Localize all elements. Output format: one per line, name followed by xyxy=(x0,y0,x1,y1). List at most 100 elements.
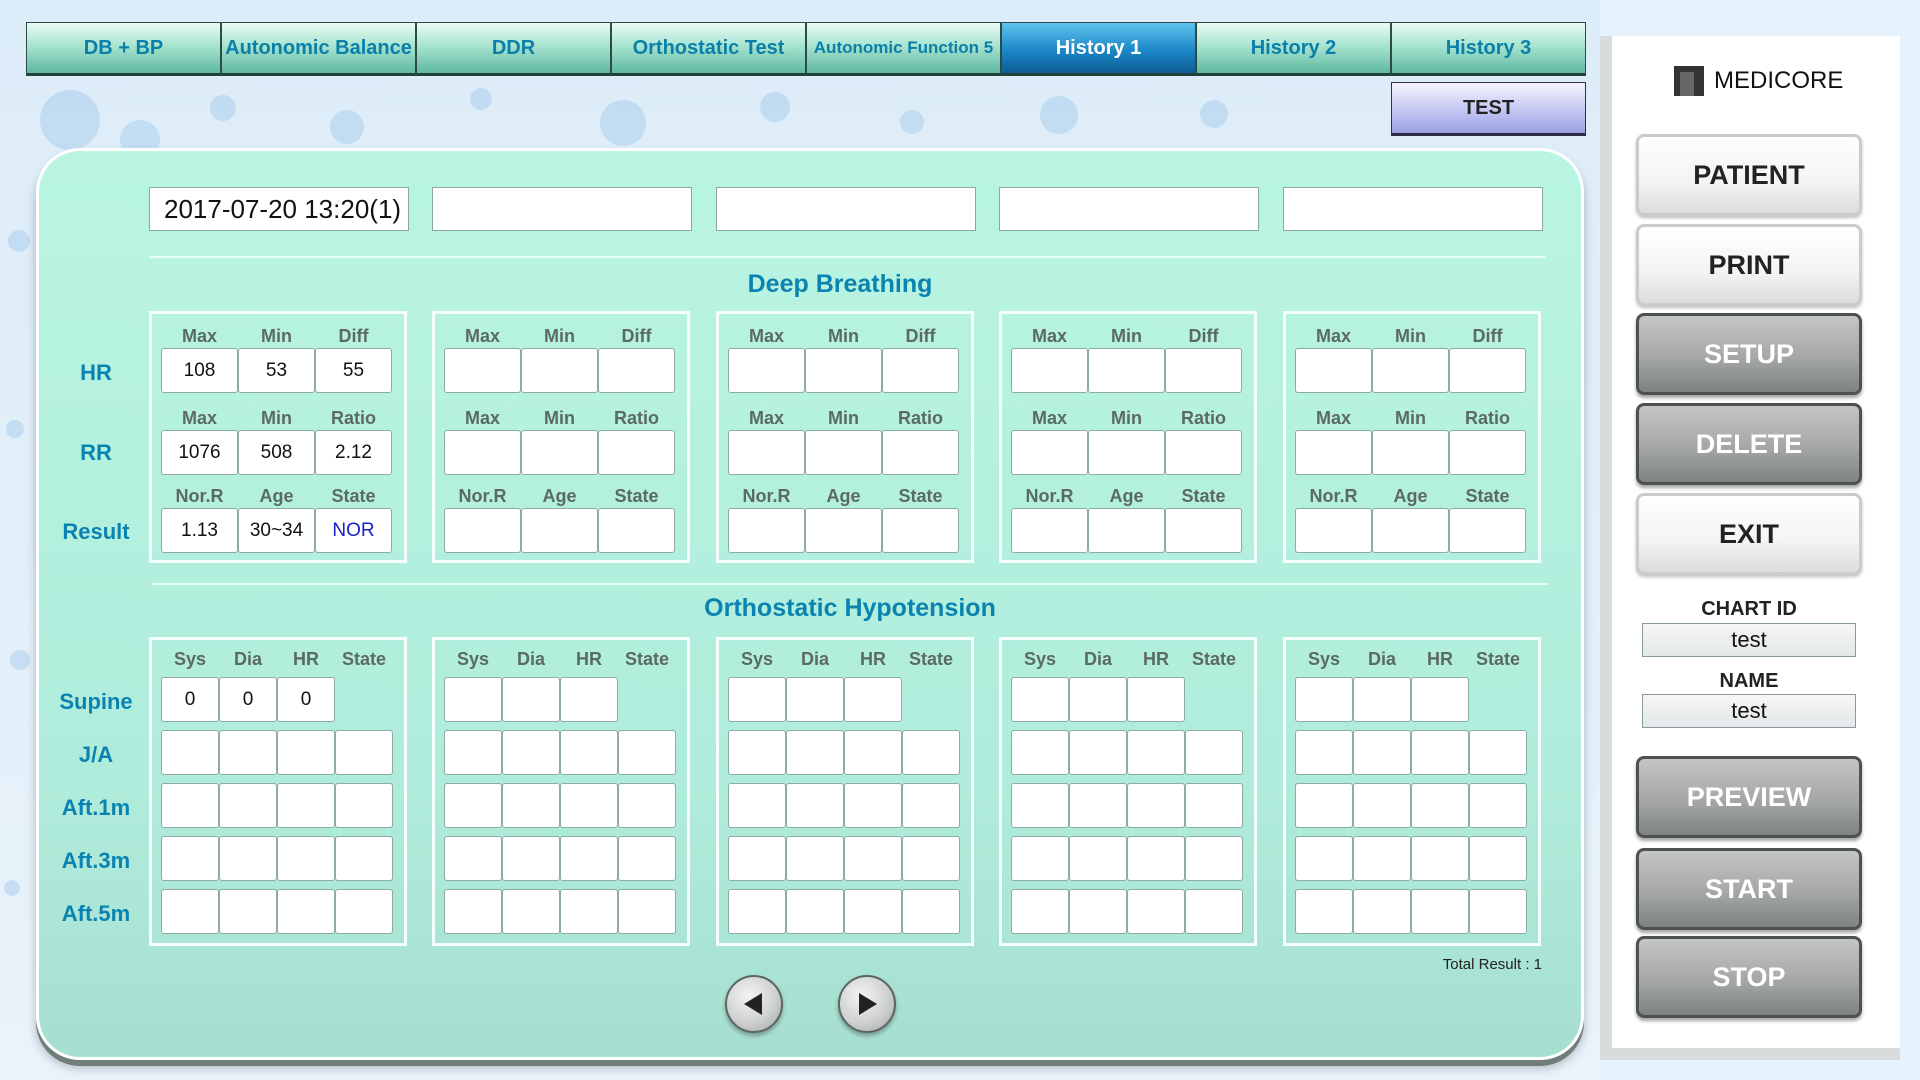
header-hr-min: Min xyxy=(1395,326,1426,346)
header-dia: Dia xyxy=(1083,649,1112,669)
oh-row-cell xyxy=(1069,783,1127,828)
tab-history-3[interactable]: History 3 xyxy=(1391,22,1586,76)
header-rr-min: Min xyxy=(1395,408,1426,428)
db-rr-cell xyxy=(1295,430,1372,475)
db-hr-cell xyxy=(1088,348,1165,393)
db-rr-cell xyxy=(598,430,675,475)
db-result-cell xyxy=(805,508,882,553)
tab-history-1[interactable]: History 1 xyxy=(1001,22,1196,76)
oh-supine-cell xyxy=(1127,677,1185,722)
db-rr-cell xyxy=(1372,430,1449,475)
header-hr-max: Max xyxy=(748,326,784,346)
header-result-state: State xyxy=(1181,486,1226,506)
db-hr-cell xyxy=(805,348,882,393)
oh-row-cell xyxy=(277,836,335,881)
db-hr-cell xyxy=(444,348,521,393)
header-dia: Dia xyxy=(516,649,545,669)
oh-row-cell xyxy=(335,783,393,828)
divider-top xyxy=(149,256,1545,258)
header-rr-min: Min xyxy=(1111,408,1142,428)
db-rr-cell: 1076 xyxy=(161,430,238,475)
row-label-aft-5m: Aft.5m xyxy=(61,901,131,926)
triangle-left-icon xyxy=(744,993,762,1015)
tab-history-2[interactable]: History 2 xyxy=(1196,22,1391,76)
header-hr: HR xyxy=(1143,649,1169,669)
oh-row-cell xyxy=(1295,889,1353,934)
header-result-state: State xyxy=(331,486,376,506)
oh-row-cell xyxy=(1295,730,1353,775)
header-sys: Sys xyxy=(1307,649,1341,669)
total-result: Total Result : 1 xyxy=(1442,956,1542,973)
oh-row-cell xyxy=(1353,836,1411,881)
oh-row-cell xyxy=(728,889,786,934)
header-hr: HR xyxy=(293,649,319,669)
tab-ddr[interactable]: DDR xyxy=(416,22,611,76)
stop-button[interactable]: STOP xyxy=(1636,936,1862,1018)
preview-button[interactable]: PREVIEW xyxy=(1636,756,1862,838)
exit-button[interactable]: EXIT xyxy=(1636,493,1862,575)
oh-row-cell xyxy=(277,730,335,775)
tab-orthostatic-test[interactable]: Orthostatic Test xyxy=(611,22,806,76)
oh-supine-cell xyxy=(1353,677,1411,722)
db-hr-cell: 55 xyxy=(315,348,392,393)
oh-row-cell xyxy=(1069,836,1127,881)
row-label-aft-3m: Aft.3m xyxy=(61,848,131,873)
header-hr: HR xyxy=(1427,649,1453,669)
db-hr-cell xyxy=(1295,348,1372,393)
oh-row-cell xyxy=(1353,730,1411,775)
oh-supine-cell xyxy=(1295,677,1353,722)
print-button[interactable]: PRINT xyxy=(1636,224,1862,306)
db-rr-cell xyxy=(1011,430,1088,475)
oh-row-cell xyxy=(786,889,844,934)
date-field-1: 2017-07-20 13:20(1) xyxy=(149,187,409,231)
header-result-age: Age xyxy=(1393,486,1428,506)
orthostatic-hypotension-title: Orthostatic Hypotension xyxy=(704,594,996,622)
oh-row-cell xyxy=(1185,783,1243,828)
row-label-supine: Supine xyxy=(59,689,133,714)
oh-row-cell xyxy=(560,730,618,775)
prev-button[interactable] xyxy=(725,975,783,1033)
test-button[interactable]: TEST xyxy=(1391,82,1586,136)
tab-db-bp[interactable]: DB + BP xyxy=(26,22,221,76)
row-label-hr: HR xyxy=(80,360,112,385)
oh-row-cell xyxy=(844,889,902,934)
setup-button[interactable]: SETUP xyxy=(1636,313,1862,395)
header-result-norr: Nor.R xyxy=(742,486,791,506)
oh-supine-cell: 0 xyxy=(161,677,219,722)
oh-supine-cell xyxy=(1011,677,1069,722)
oh-row-cell xyxy=(618,783,676,828)
medicore-logo: MEDICORE xyxy=(1674,64,1843,98)
oh-supine-cell xyxy=(444,677,502,722)
header-hr-min: Min xyxy=(828,326,859,346)
oh-row-cell xyxy=(161,889,219,934)
start-button[interactable]: START xyxy=(1636,848,1862,930)
oh-row-cell xyxy=(1185,836,1243,881)
oh-supine-cell xyxy=(1411,677,1469,722)
header-hr-max: Max xyxy=(464,326,500,346)
header-rr-min: Min xyxy=(261,408,292,428)
header-state: State xyxy=(908,649,953,669)
oh-row-cell xyxy=(219,836,277,881)
header-sys: Sys xyxy=(173,649,207,669)
oh-row-cell xyxy=(1469,730,1527,775)
oh-row-cell xyxy=(1011,783,1069,828)
logo-text: MEDICORE xyxy=(1714,67,1844,94)
header-hr-diff: Diff xyxy=(621,326,652,346)
db-rr-cell xyxy=(1165,430,1242,475)
oh-row-cell xyxy=(618,889,676,934)
oh-row-cell xyxy=(844,836,902,881)
tab-autonomic-balance[interactable]: Autonomic Balance xyxy=(221,22,416,76)
header-rr-max: Max xyxy=(748,408,784,428)
db-rr-cell: 2.12 xyxy=(315,430,392,475)
delete-button[interactable]: DELETE xyxy=(1636,403,1862,485)
db-rr-cell xyxy=(444,430,521,475)
db-result-cell xyxy=(444,508,521,553)
oh-row-cell xyxy=(444,889,502,934)
db-result-cell xyxy=(728,508,805,553)
patient-button[interactable]: PATIENT xyxy=(1636,134,1862,216)
header-rr-min: Min xyxy=(828,408,859,428)
tab-autonomic-function-5[interactable]: Autonomic Function 5 xyxy=(806,22,1001,76)
header-hr-diff: Diff xyxy=(1472,326,1503,346)
next-button[interactable] xyxy=(838,975,896,1033)
oh-row-cell xyxy=(1011,730,1069,775)
